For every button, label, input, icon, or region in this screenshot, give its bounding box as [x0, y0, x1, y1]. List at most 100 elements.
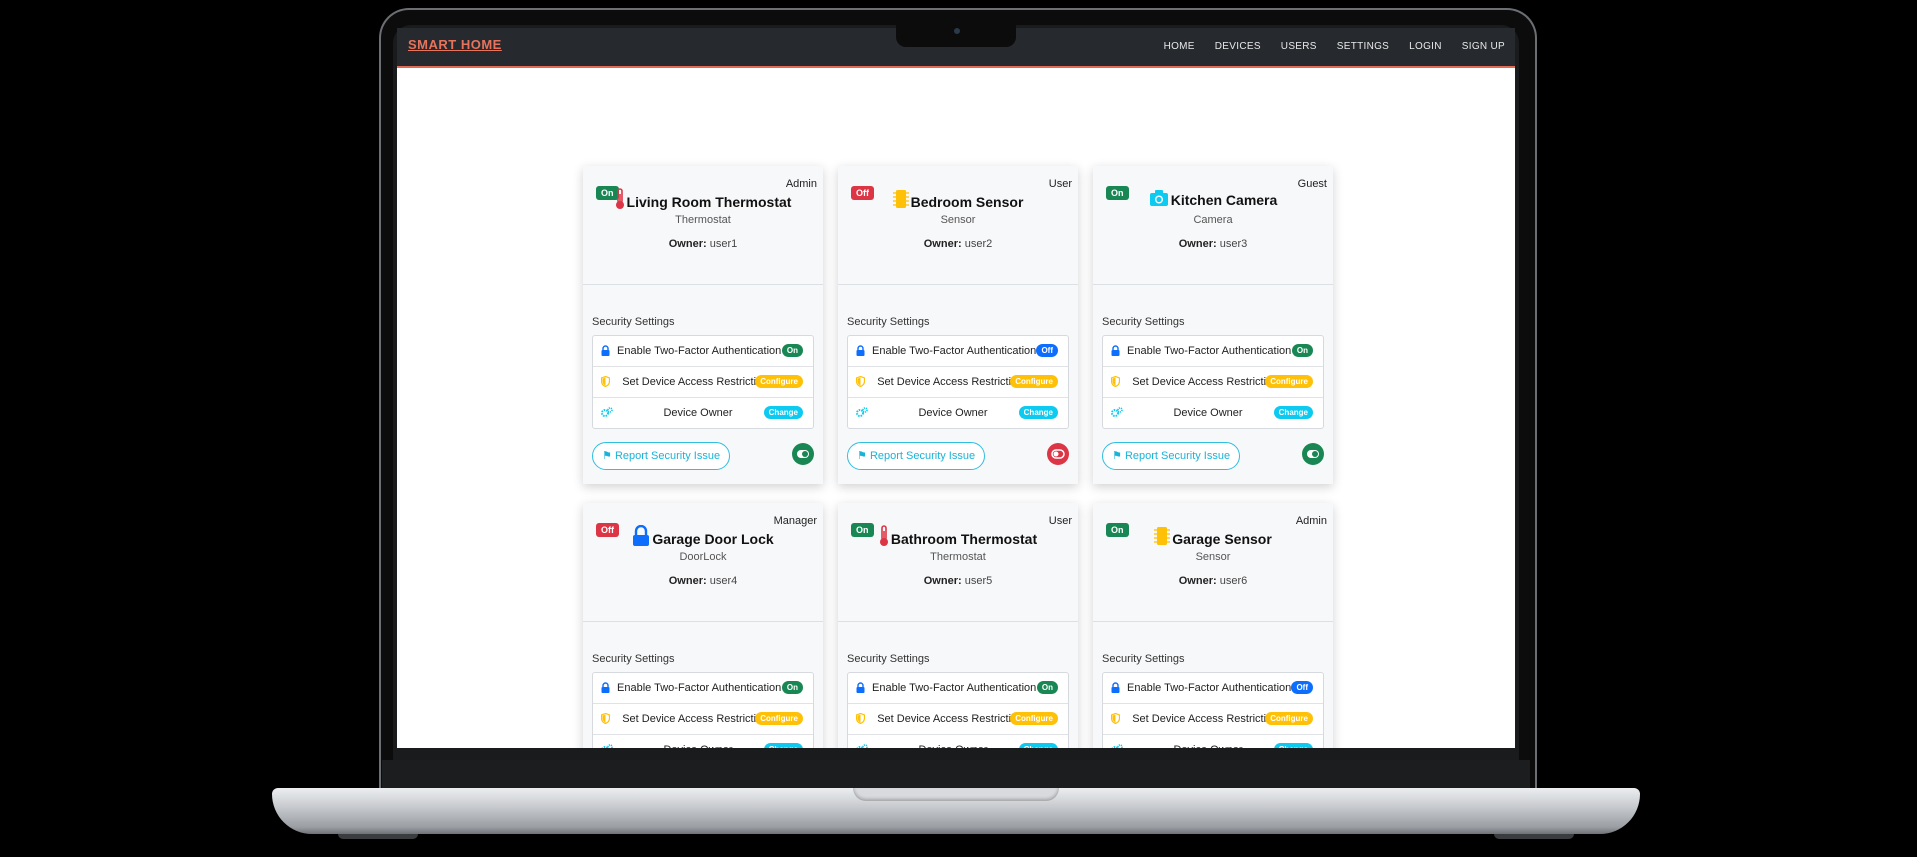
- security-setting-row: Set Device Access Restrictions Configure: [593, 367, 813, 398]
- setting-badge-button[interactable]: Configure: [1010, 712, 1058, 725]
- setting-label: Enable Two-Factor Authentication: [872, 345, 1037, 357]
- setting-badge-button[interactable]: Configure: [755, 712, 803, 725]
- setting-label: Enable Two-Factor Authentication: [617, 682, 782, 694]
- cpu-icon: [892, 188, 909, 213]
- nav-login[interactable]: LOGIN: [1399, 28, 1452, 66]
- laptop-foot-right: [1494, 834, 1574, 839]
- device-card: On Admin Garage Sensor Sensor Owner: use…: [1093, 503, 1333, 748]
- setting-badge-button[interactable]: On: [781, 344, 803, 357]
- device-type: Sensor: [940, 214, 976, 226]
- setting-label: Enable Two-Factor Authentication: [1127, 345, 1292, 357]
- webcam: [954, 28, 960, 34]
- device-owner: Owner: user4: [583, 575, 823, 587]
- security-setting-row: Enable Two-Factor Authentication Off: [848, 336, 1068, 367]
- screen: SMART HOME HOME DEVICES USERS SETTINGS L…: [397, 28, 1515, 748]
- device-card: On User Bathroom Thermostat Thermostat O…: [838, 503, 1078, 748]
- security-setting-row: Enable Two-Factor Authentication On: [1103, 336, 1323, 367]
- setting-badge-button[interactable]: On: [781, 681, 803, 694]
- security-setting-row: Device Owner Change: [593, 735, 813, 748]
- power-toggle-button[interactable]: [1302, 443, 1324, 465]
- device-type: DoorLock: [679, 551, 727, 563]
- security-settings-list: Enable Two-Factor Authentication On Set …: [592, 335, 814, 429]
- lock-icon: [856, 345, 865, 359]
- brand-link[interactable]: SMART HOME: [408, 37, 502, 52]
- setting-badge-button[interactable]: Change: [1273, 406, 1313, 419]
- gears-icon: [856, 744, 868, 748]
- device-owner: Owner: user1: [583, 238, 823, 250]
- setting-badge-button[interactable]: Configure: [1265, 375, 1313, 388]
- security-setting-row: Enable Two-Factor Authentication On: [593, 336, 813, 367]
- security-setting-row: Device Owner Change: [1103, 398, 1323, 428]
- laptop-foot-left: [338, 834, 418, 839]
- gears-icon: [601, 744, 613, 748]
- setting-badge-button[interactable]: Configure: [1010, 375, 1058, 388]
- shield-icon: [600, 712, 611, 727]
- shield-icon: [1110, 375, 1121, 390]
- device-name: Bathroom Thermostat: [890, 531, 1038, 547]
- shield-icon: [1110, 712, 1121, 727]
- nav-home[interactable]: HOME: [1154, 28, 1205, 66]
- report-security-issue-button[interactable]: ⚑ Report Security Issue: [847, 442, 986, 470]
- security-setting-row: Enable Two-Factor Authentication On: [593, 673, 813, 704]
- report-security-issue-button[interactable]: ⚑ Report Security Issue: [1102, 442, 1241, 470]
- nav-users[interactable]: USERS: [1271, 28, 1327, 66]
- setting-badge-button[interactable]: Off: [1036, 344, 1058, 357]
- nav-sign-up[interactable]: SIGN UP: [1452, 28, 1515, 66]
- owner-prefix: Owner:: [668, 238, 707, 250]
- nav-settings[interactable]: SETTINGS: [1327, 28, 1399, 66]
- security-setting-row: Set Device Access Restrictions Configure: [848, 367, 1068, 398]
- device-card-header: On Guest Kitchen Camera Camera Owner: us…: [1093, 166, 1333, 285]
- gears-icon: [856, 407, 868, 421]
- setting-badge-button[interactable]: On: [1291, 344, 1313, 357]
- security-setting-row: Device Owner Change: [848, 735, 1068, 748]
- owner-name: user4: [709, 575, 738, 587]
- security-setting-row: Set Device Access Restrictions Configure: [848, 704, 1068, 735]
- device-card-header: On User Bathroom Thermostat Thermostat O…: [838, 503, 1078, 622]
- lock-icon: [856, 682, 865, 696]
- device-type: Camera: [1193, 214, 1233, 226]
- laptop-chin: [382, 760, 1530, 788]
- security-settings-title: Security Settings: [592, 316, 675, 328]
- setting-badge-button[interactable]: Change: [1018, 743, 1058, 748]
- setting-label: Enable Two-Factor Authentication: [872, 682, 1037, 694]
- security-settings-title: Security Settings: [592, 653, 675, 665]
- setting-badge-button[interactable]: Off: [1291, 681, 1313, 694]
- device-title: Kitchen Camera: [1093, 188, 1333, 211]
- owner-prefix: Owner:: [668, 575, 707, 587]
- report-security-issue-button[interactable]: ⚑ Report Security Issue: [592, 442, 731, 470]
- setting-badge-button[interactable]: Configure: [1265, 712, 1313, 725]
- power-toggle-button[interactable]: [1047, 443, 1069, 465]
- device-card: Off Manager Garage Door Lock DoorLock Ow…: [583, 503, 823, 748]
- flag-icon: ⚑: [1112, 450, 1122, 462]
- owner-prefix: Owner:: [923, 238, 962, 250]
- setting-badge-button[interactable]: Configure: [755, 375, 803, 388]
- device-card-header: Off Manager Garage Door Lock DoorLock Ow…: [583, 503, 823, 622]
- shield-icon: [855, 712, 866, 727]
- lock-icon: [601, 345, 610, 359]
- setting-label: Device Owner: [1173, 407, 1243, 419]
- device-owner: Owner: user6: [1093, 575, 1333, 587]
- nav-devices[interactable]: DEVICES: [1205, 28, 1271, 66]
- setting-badge-button[interactable]: Change: [1273, 743, 1313, 748]
- thermometer-icon: [615, 188, 625, 213]
- security-settings-title: Security Settings: [1102, 316, 1185, 328]
- power-toggle-button[interactable]: [792, 443, 814, 465]
- security-setting-row: Device Owner Change: [1103, 735, 1323, 748]
- security-settings-list: Enable Two-Factor Authentication Off Set…: [847, 335, 1069, 429]
- device-name: Garage Sensor: [1172, 531, 1272, 547]
- report-label: Report Security Issue: [1124, 450, 1231, 462]
- setting-badge-button[interactable]: On: [1036, 681, 1058, 694]
- setting-badge-button[interactable]: Change: [763, 743, 803, 748]
- setting-badge-button[interactable]: Change: [763, 406, 803, 419]
- setting-label: Device Owner: [617, 744, 779, 748]
- report-label: Report Security Issue: [614, 450, 721, 462]
- device-name: Bedroom Sensor: [910, 194, 1024, 210]
- setting-badge-button[interactable]: Change: [1018, 406, 1058, 419]
- gears-icon: [1111, 744, 1123, 748]
- setting-label: Device Owner: [1127, 744, 1289, 748]
- device-type: Sensor: [1195, 551, 1231, 563]
- device-name: Living Room Thermostat: [626, 194, 792, 210]
- device-card: On Admin Living Room Thermostat Thermost…: [583, 166, 823, 484]
- security-setting-row: Set Device Access Restrictions Configure: [1103, 704, 1323, 735]
- camera-icon: [1149, 188, 1169, 211]
